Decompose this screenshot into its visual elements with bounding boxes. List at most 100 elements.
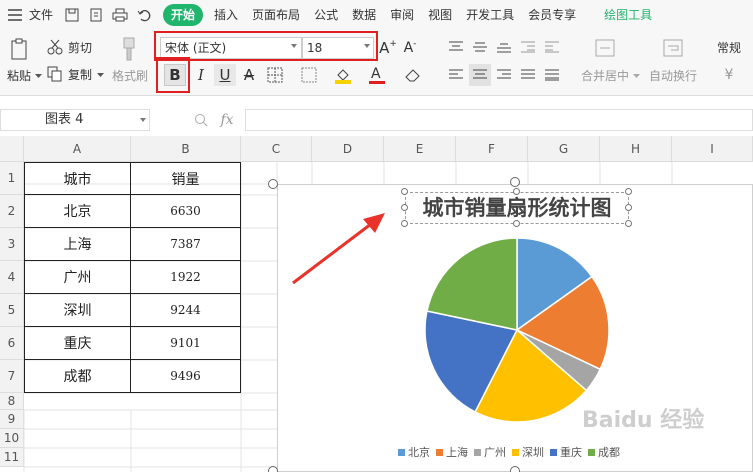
file-menu[interactable]: 文件 (27, 0, 60, 30)
merge-center-icon[interactable] (593, 36, 617, 60)
tab-home[interactable]: 开始 (163, 4, 204, 26)
title-handle[interactable] (625, 204, 632, 211)
wrap-text-icon[interactable] (661, 36, 685, 60)
table-cell[interactable]: 9244 (131, 294, 241, 327)
tab-data[interactable]: 数据 (345, 0, 383, 30)
legend-label: 广州 (484, 446, 506, 459)
tab-insert[interactable]: 插入 (207, 0, 245, 30)
table-cell[interactable]: 9496 (131, 360, 241, 393)
table-cell[interactable]: 7387 (131, 228, 241, 261)
align-middle-icon[interactable] (471, 38, 489, 56)
formula-bar: 图表 4 fx (0, 108, 753, 134)
eraser-icon[interactable] (402, 65, 424, 85)
table-cell[interactable]: 重庆 (24, 327, 131, 360)
align-left-icon[interactable] (447, 66, 465, 84)
align-right-icon[interactable] (495, 66, 513, 84)
tab-page-layout[interactable]: 页面布局 (245, 0, 307, 30)
red-arrow-annotation (292, 213, 385, 285)
format-painter-icon[interactable] (117, 36, 141, 62)
copy-icon[interactable] (46, 65, 64, 83)
paste-button[interactable]: 粘贴 (2, 66, 36, 84)
tab-formulas[interactable]: 公式 (307, 0, 345, 30)
italic-icon[interactable]: I (192, 65, 210, 85)
undo-icon[interactable] (135, 6, 153, 24)
number-format-select[interactable]: 常规 (714, 38, 750, 56)
table-header-cell[interactable]: 销量 (131, 162, 241, 195)
fx-icon[interactable]: fx (216, 111, 238, 129)
title-handle[interactable] (401, 220, 408, 227)
table-cell[interactable]: 1922 (131, 261, 241, 294)
pie-plot (424, 238, 610, 422)
hamburger-menu-icon[interactable] (6, 6, 24, 24)
table-header-cell[interactable]: 城市 (24, 162, 131, 195)
justify-icon[interactable] (519, 66, 537, 84)
tab-member[interactable]: 会员专享 (521, 0, 583, 30)
chevron-down-icon (140, 118, 146, 122)
indent-increase-icon[interactable] (543, 38, 561, 56)
title-handle[interactable] (401, 204, 408, 211)
legend-item: 成都 (588, 444, 620, 460)
table-cell[interactable]: 深圳 (24, 294, 131, 327)
underline-icon[interactable]: U (214, 64, 236, 86)
chart-legend[interactable]: 北京 上海 广州 深圳 重庆 成都 (398, 444, 638, 460)
tab-review[interactable]: 审阅 (383, 0, 421, 30)
table-cell[interactable]: 9101 (131, 327, 241, 360)
legend-label: 成都 (598, 446, 620, 459)
cut-button[interactable]: 剪切 (64, 38, 96, 56)
svg-text:A: A (371, 66, 381, 82)
legend-swatch (436, 448, 443, 456)
legend-swatch (512, 448, 519, 456)
chevron-down-icon[interactable] (96, 71, 104, 79)
title-handle[interactable] (625, 220, 632, 227)
legend-label: 重庆 (560, 446, 582, 459)
legend-label: 深圳 (522, 446, 544, 459)
resize-handle[interactable] (268, 179, 278, 189)
title-handle[interactable] (513, 220, 520, 227)
increase-font-icon[interactable]: A + (378, 38, 398, 58)
decrease-font-icon[interactable]: A- (400, 38, 420, 58)
formula-input[interactable] (245, 109, 753, 131)
name-box[interactable]: 图表 4 (0, 109, 150, 131)
legend-label: 北京 (408, 446, 430, 459)
resize-handle[interactable] (510, 466, 520, 472)
tab-drawing-tools[interactable]: 绘图工具 (597, 0, 659, 30)
table-cell[interactable]: 6630 (131, 195, 241, 228)
title-handle[interactable] (401, 188, 408, 195)
font-color-icon[interactable]: A (366, 64, 388, 86)
format-painter-button[interactable]: 格式刷 (108, 66, 152, 84)
print-icon[interactable] (111, 6, 129, 24)
paste-icon[interactable] (8, 36, 30, 62)
fill-style-icon[interactable] (298, 66, 320, 84)
chevron-down-icon[interactable] (34, 72, 42, 80)
border-icon[interactable] (264, 66, 286, 84)
save-icon[interactable] (63, 6, 81, 24)
table-cell[interactable]: 上海 (24, 228, 131, 261)
copy-button[interactable]: 复制 (64, 65, 96, 83)
title-handle[interactable] (513, 188, 520, 195)
table-cell[interactable]: 广州 (24, 261, 131, 294)
legend-item: 重庆 (550, 444, 582, 460)
table-cell[interactable]: 北京 (24, 195, 131, 228)
ribbon-toolbar: 粘贴 剪切 复制 格式刷 宋体 (正文) 18 A + A- B I U A A… (0, 30, 753, 96)
tab-view[interactable]: 视图 (421, 0, 459, 30)
align-top-icon[interactable] (447, 38, 465, 56)
indent-decrease-icon[interactable] (519, 38, 537, 56)
legend-swatch (398, 448, 405, 456)
table-cell[interactable]: 成都 (24, 360, 131, 393)
zoom-icon[interactable] (192, 111, 210, 129)
fill-color-icon[interactable] (332, 65, 354, 85)
export-icon[interactable] (87, 6, 105, 24)
wrap-text-button[interactable]: 自动换行 (647, 66, 699, 84)
resize-handle[interactable] (268, 466, 278, 472)
scissors-icon[interactable] (46, 38, 64, 56)
tab-developer[interactable]: 开发工具 (459, 0, 521, 30)
distributed-icon[interactable] (543, 66, 561, 84)
merge-center-button[interactable]: 合并居中 (577, 66, 633, 84)
strikethrough-icon[interactable]: A (240, 65, 258, 85)
currency-icon[interactable]: ¥ (714, 66, 744, 84)
watermark-logo: Baidu 经验 (582, 408, 705, 433)
align-bottom-icon[interactable] (495, 38, 513, 56)
title-handle[interactable] (625, 188, 632, 195)
resize-handle[interactable] (510, 177, 520, 187)
align-center-icon[interactable] (469, 64, 491, 86)
